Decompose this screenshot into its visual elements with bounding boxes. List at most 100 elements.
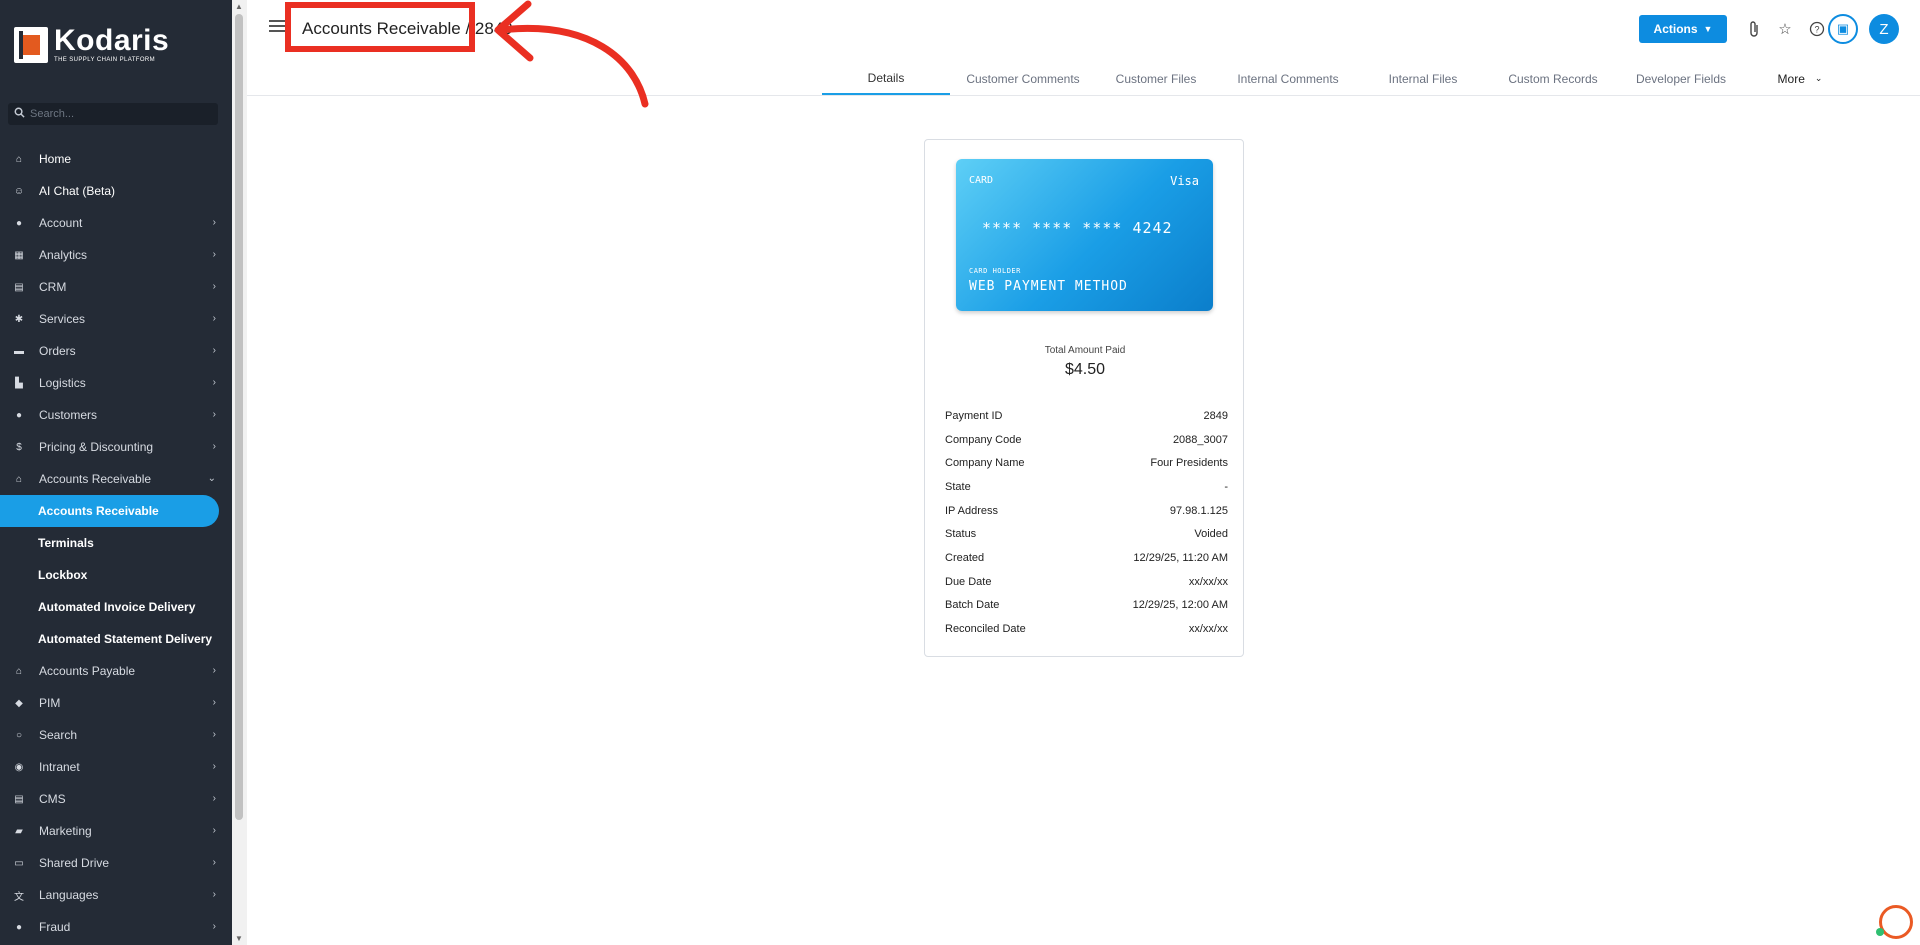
chevron-down-icon: ▼ bbox=[1703, 24, 1713, 34]
sidebar-item-label: Languages bbox=[39, 888, 99, 902]
chevron-down-icon: ⌄ bbox=[207, 473, 216, 484]
sidebar-subitem-terminals[interactable]: Terminals bbox=[0, 527, 232, 559]
detail-value: xx/xx/xx bbox=[1188, 623, 1228, 636]
menu-icon[interactable] bbox=[269, 20, 285, 32]
sidebar-item-label: Analytics bbox=[39, 248, 88, 262]
tab-more-label: More bbox=[1777, 71, 1805, 86]
scroll-down-icon[interactable]: ▼ bbox=[235, 934, 243, 943]
sidebar-item-label: Shared Drive bbox=[39, 856, 110, 870]
sidebar-item-account[interactable]: ● Account › bbox=[0, 207, 232, 239]
detail-label: State bbox=[945, 480, 971, 493]
detail-label: Company Code bbox=[945, 433, 1022, 446]
chat-widget-icon[interactable] bbox=[1876, 905, 1913, 939]
sidebar-subitem-statement-delivery[interactable]: Automated Statement Delivery bbox=[0, 623, 232, 655]
sidebar-item-search[interactable]: ○ Search › bbox=[0, 719, 232, 751]
sidebar-item-label: Accounts Payable bbox=[39, 664, 136, 678]
tab-internal-files[interactable]: Internal Files bbox=[1360, 62, 1486, 95]
sidebar-item-shared-drive[interactable]: ▭ Shared Drive › bbox=[0, 847, 232, 879]
credit-card: CARD Visa **** **** **** 4242 CARD HOLDE… bbox=[956, 159, 1213, 311]
scrollbar-thumb[interactable] bbox=[235, 14, 243, 820]
chevron-right-icon: › bbox=[212, 217, 216, 228]
detail-value: xx/xx/xx bbox=[1188, 575, 1228, 588]
tab-developer-fields[interactable]: Developer Fields bbox=[1620, 62, 1742, 95]
sidebar-item-home[interactable]: ⌂ Home bbox=[0, 143, 232, 175]
sidebar-item-orders[interactable]: ▬ Orders › bbox=[0, 335, 232, 367]
tab-custom-records[interactable]: Custom Records bbox=[1486, 62, 1620, 95]
sidebar-item-marketing[interactable]: ▰ Marketing › bbox=[0, 815, 232, 847]
tab-internal-comments[interactable]: Internal Comments bbox=[1216, 62, 1360, 95]
paperclip-icon[interactable] bbox=[1744, 19, 1764, 39]
chevron-right-icon: › bbox=[212, 793, 216, 804]
sidebar-subitem-label: Accounts Receivable bbox=[38, 504, 159, 518]
actions-button[interactable]: Actions ▼ bbox=[1639, 15, 1727, 43]
detail-row: Created 12/29/25, 11:20 AM bbox=[945, 546, 1228, 570]
chevron-right-icon: › bbox=[212, 281, 216, 292]
kodaris-logo[interactable]: Kodaris THE SUPPLY CHAIN PLATFORM bbox=[14, 26, 169, 63]
sidebar-item-intranet[interactable]: ◉ Intranet › bbox=[0, 751, 232, 783]
cms-icon: ▤ bbox=[14, 793, 24, 805]
sidebar-item-crm[interactable]: ▤ CRM › bbox=[0, 271, 232, 303]
sidebar-item-fraud[interactable]: ● Fraud › bbox=[0, 911, 232, 943]
chevron-right-icon: › bbox=[212, 249, 216, 260]
chevron-right-icon: › bbox=[212, 345, 216, 356]
sidebar-item-label: Search bbox=[39, 728, 78, 742]
tab-customer-comments[interactable]: Customer Comments bbox=[950, 62, 1096, 95]
search-icon: ○ bbox=[15, 729, 23, 741]
card-number: **** **** **** 4242 bbox=[982, 219, 1173, 237]
sidebar-item-label: Accounts Receivable bbox=[39, 472, 152, 486]
sidebar-item-ai-chat[interactable]: ☺ AI Chat (Beta) bbox=[0, 175, 232, 207]
sidebar-nav: ⌂ Home ☺ AI Chat (Beta) ● Account › ▦ Analyti… bbox=[0, 143, 232, 943]
tab-bar: Details Customer Comments Customer Files… bbox=[822, 62, 1858, 95]
detail-value: 2088_3007 bbox=[1172, 433, 1228, 446]
tab-details[interactable]: Details bbox=[822, 62, 950, 95]
sidebar-item-label: Fraud bbox=[39, 920, 71, 934]
folder-icon: ▭ bbox=[14, 857, 24, 869]
detail-row: Company Name Four Presidents bbox=[945, 451, 1228, 475]
scroll-up-icon[interactable]: ▲ bbox=[235, 2, 243, 11]
detail-value: - bbox=[1224, 480, 1228, 493]
sidebar-item-languages[interactable]: 文 Languages › bbox=[0, 879, 232, 911]
tab-customer-files[interactable]: Customer Files bbox=[1096, 62, 1216, 95]
card-brand: Visa bbox=[1170, 174, 1199, 188]
help-icon[interactable]: ? bbox=[1807, 19, 1827, 39]
sidebar-item-pim[interactable]: ◆ PIM › bbox=[0, 687, 232, 719]
sidebar-subitem-invoice-delivery[interactable]: Automated Invoice Delivery bbox=[0, 591, 232, 623]
sidebar-item-pricing[interactable]: $ Pricing & Discounting › bbox=[0, 431, 232, 463]
avatar[interactable]: Z bbox=[1869, 14, 1899, 44]
sidebar-subitem-lockbox[interactable]: Lockbox bbox=[0, 559, 232, 591]
sidebar-item-accounts-receivable[interactable]: ⌂ Accounts Receivable ⌄ bbox=[0, 463, 232, 495]
sidebar-search-input[interactable] bbox=[30, 108, 210, 120]
sidebar-item-label: Marketing bbox=[39, 824, 92, 838]
services-icon: ✱ bbox=[14, 313, 24, 325]
detail-row: IP Address 97.98.1.125 bbox=[945, 499, 1228, 523]
sidebar-item-analytics[interactable]: ▦ Analytics › bbox=[0, 239, 232, 271]
users-icon: ● bbox=[15, 409, 23, 421]
sidebar-item-label: Pricing & Discounting bbox=[39, 440, 154, 454]
sidebar-scrollbar[interactable]: ▲ ▼ bbox=[232, 0, 247, 945]
logo-mark-icon bbox=[14, 26, 48, 63]
star-icon[interactable]: ☆ bbox=[1775, 19, 1795, 39]
ai-assistant-icon[interactable]: ▣ bbox=[1828, 14, 1858, 44]
sidebar-subitem-label: Automated Statement Delivery bbox=[38, 632, 213, 646]
annotation-highlight-box bbox=[285, 2, 475, 52]
sidebar-item-accounts-payable[interactable]: ⌂ Accounts Payable › bbox=[0, 655, 232, 687]
sidebar-item-label: CMS bbox=[39, 792, 66, 806]
sidebar-search[interactable] bbox=[8, 103, 218, 125]
sidebar-item-logistics[interactable]: ▙ Logistics › bbox=[0, 367, 232, 399]
sidebar-item-services[interactable]: ✱ Services › bbox=[0, 303, 232, 335]
chevron-right-icon: › bbox=[212, 761, 216, 772]
dollar-icon: $ bbox=[16, 441, 22, 453]
sidebar-item-cms[interactable]: ▤ CMS › bbox=[0, 783, 232, 815]
sidebar-item-label: Logistics bbox=[39, 376, 86, 390]
detail-label: Created bbox=[945, 551, 985, 564]
tab-more[interactable]: More ⌄ bbox=[1742, 62, 1858, 95]
sidebar-item-customers[interactable]: ● Customers › bbox=[0, 399, 232, 431]
analytics-icon: ▦ bbox=[14, 249, 24, 261]
sidebar-subitem-accounts-receivable[interactable]: Accounts Receivable bbox=[0, 495, 219, 527]
detail-value: 2849 bbox=[1203, 409, 1228, 422]
detail-row: Batch Date 12/29/25, 12:00 AM bbox=[945, 594, 1228, 618]
annotation-arrow bbox=[494, 0, 649, 108]
search-icon bbox=[8, 107, 30, 121]
detail-row: Payment ID 2849 bbox=[945, 404, 1228, 428]
chevron-right-icon: › bbox=[212, 441, 216, 452]
